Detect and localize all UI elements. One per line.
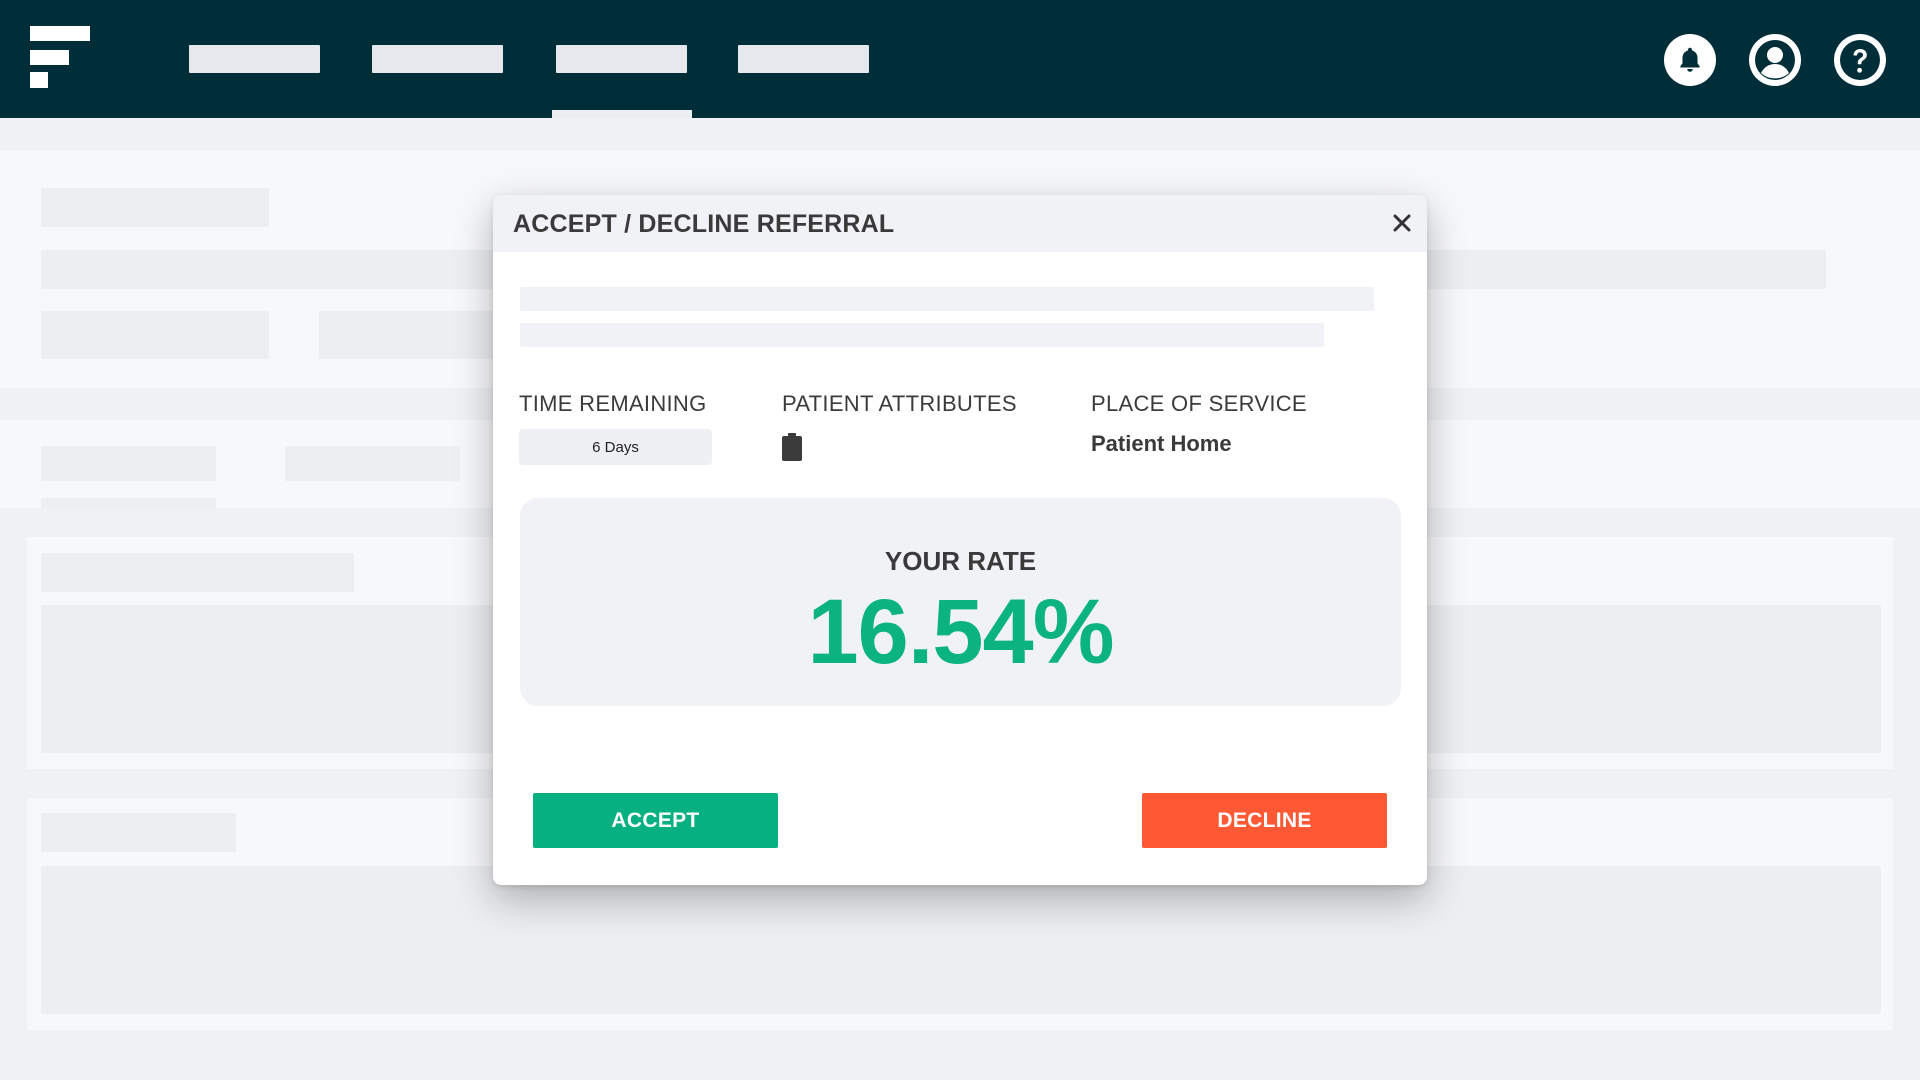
profile-button[interactable] bbox=[1749, 34, 1801, 86]
skeleton-line bbox=[520, 323, 1324, 347]
skeleton-block bbox=[41, 498, 216, 508]
bell-icon bbox=[1680, 47, 1700, 72]
help-icon bbox=[1840, 40, 1880, 80]
logo-bar bbox=[30, 50, 69, 65]
skeleton-block bbox=[41, 866, 1881, 1014]
decline-button[interactable]: DECLINE bbox=[1142, 793, 1387, 848]
accept-button[interactable]: ACCEPT bbox=[533, 793, 778, 848]
time-remaining-label: TIME REMAINING bbox=[519, 391, 707, 416]
clipboard-icon bbox=[782, 433, 802, 461]
place-of-service-value: Patient Home bbox=[1091, 431, 1232, 456]
patient-attributes-label: PATIENT ATTRIBUTES bbox=[782, 391, 1017, 416]
time-remaining-value: 6 Days bbox=[519, 429, 712, 465]
rate-value: 16.54% bbox=[807, 581, 1114, 683]
skeleton-line bbox=[520, 287, 1374, 311]
nav-item-placeholder-active[interactable] bbox=[556, 45, 687, 73]
nav-item-placeholder[interactable] bbox=[738, 45, 869, 73]
skeleton-block bbox=[285, 446, 460, 481]
modal-header: ACCEPT / DECLINE REFERRAL bbox=[493, 195, 1427, 252]
nav-item-placeholder[interactable] bbox=[189, 45, 320, 73]
logo-bar bbox=[30, 26, 90, 41]
user-icon bbox=[1755, 40, 1795, 80]
nav-item-placeholder[interactable] bbox=[372, 45, 503, 73]
notifications-button[interactable] bbox=[1664, 34, 1716, 86]
close-button[interactable] bbox=[1388, 209, 1416, 237]
help-button[interactable] bbox=[1834, 34, 1886, 86]
referral-modal: ACCEPT / DECLINE REFERRAL TIME REMAINING… bbox=[493, 195, 1427, 885]
rate-label: YOUR RATE bbox=[884, 546, 1037, 576]
skeleton-block bbox=[41, 553, 354, 592]
app-logo[interactable] bbox=[30, 26, 92, 88]
skeleton-block bbox=[41, 446, 216, 481]
place-of-service-label: PLACE OF SERVICE bbox=[1091, 391, 1307, 416]
skeleton-block bbox=[41, 311, 269, 359]
top-navigation-bar bbox=[0, 0, 1920, 118]
skeleton-block bbox=[41, 813, 236, 852]
modal-title: ACCEPT / DECLINE REFERRAL bbox=[513, 210, 895, 238]
rate-card: YOUR RATE 16.54% bbox=[520, 498, 1401, 706]
logo-bar bbox=[30, 72, 48, 88]
active-nav-indicator bbox=[552, 110, 692, 118]
close-icon bbox=[1393, 214, 1411, 232]
skeleton-block bbox=[41, 188, 269, 227]
